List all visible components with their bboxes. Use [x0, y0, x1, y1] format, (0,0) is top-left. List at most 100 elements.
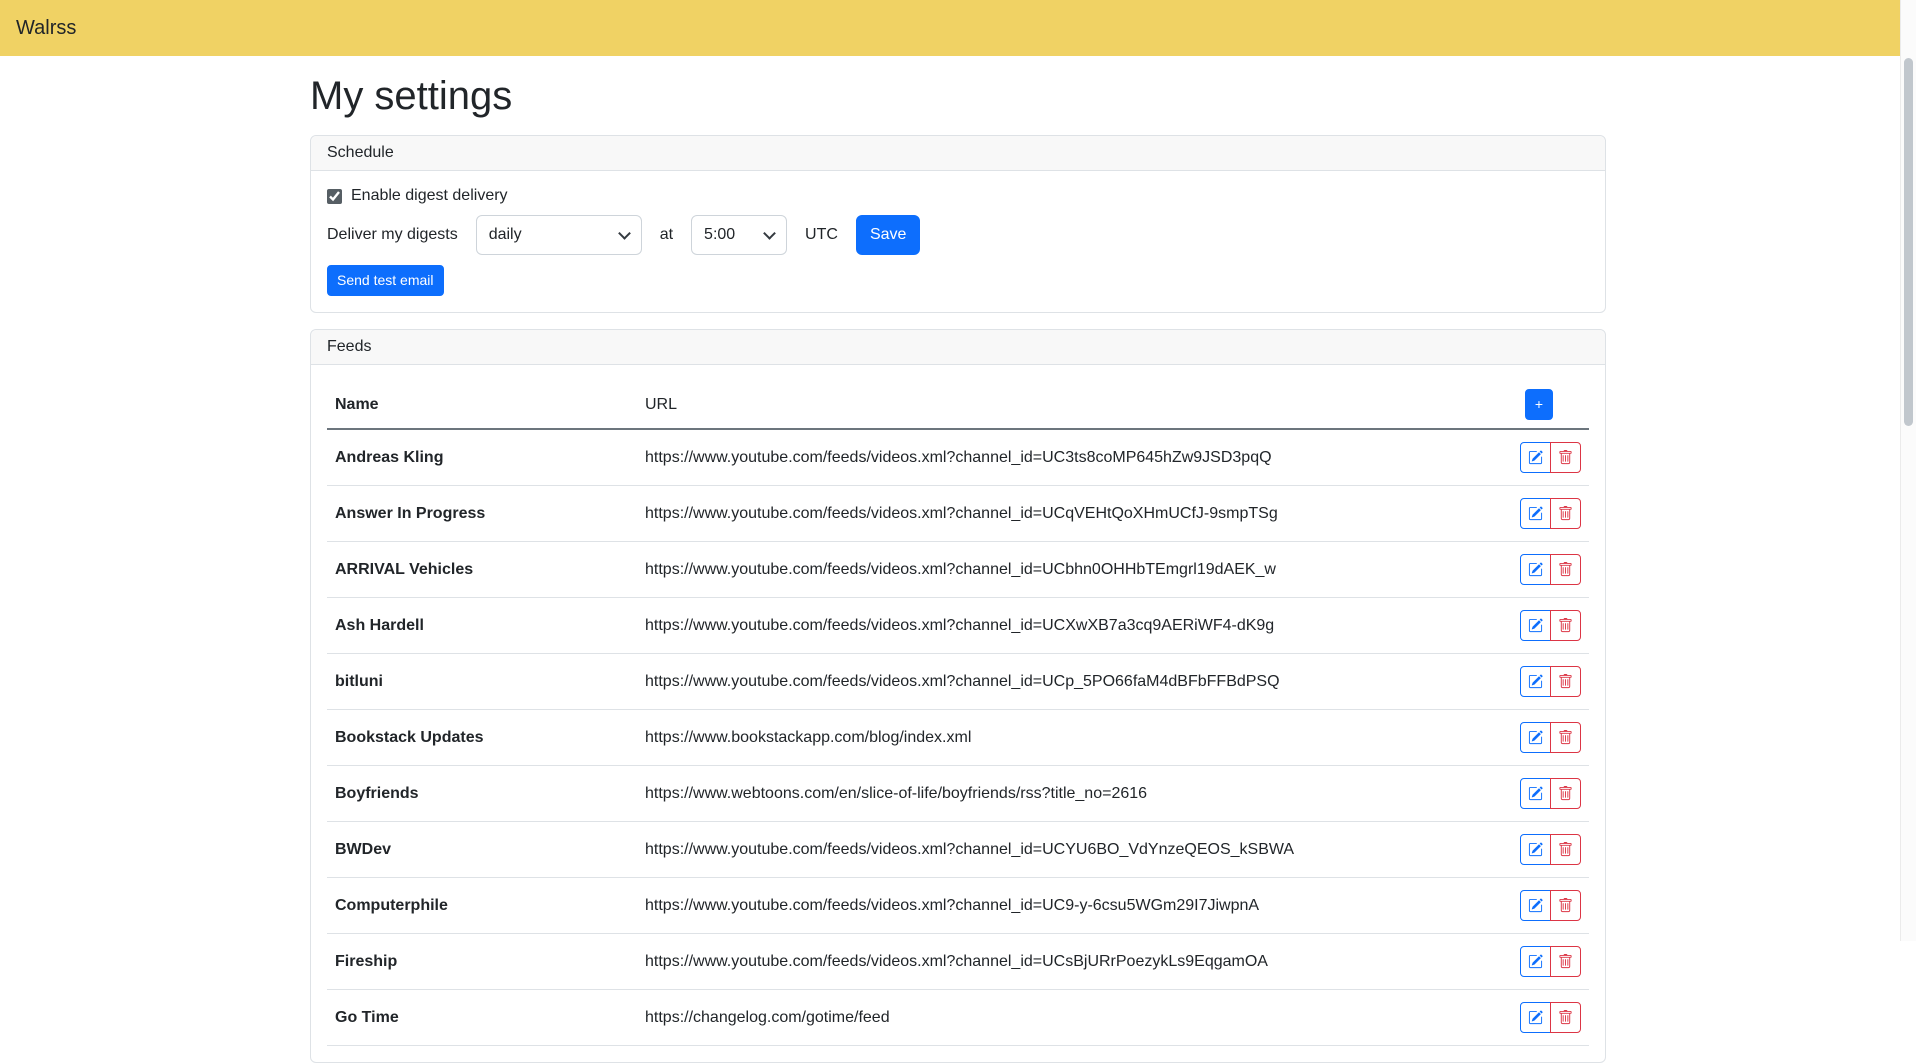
- feed-url: https://www.youtube.com/feeds/videos.xml…: [637, 429, 1499, 486]
- delete-feed-button[interactable]: [1550, 1002, 1581, 1033]
- delete-feed-button[interactable]: [1550, 442, 1581, 473]
- delete-feed-button[interactable]: [1550, 554, 1581, 585]
- feed-url: https://www.youtube.com/feeds/videos.xml…: [637, 486, 1499, 542]
- feed-url: https://www.webtoons.com/en/slice-of-lif…: [637, 766, 1499, 822]
- time-select-wrap: 5:00: [691, 215, 787, 255]
- send-test-email-button[interactable]: Send test email: [327, 265, 444, 296]
- schedule-card-body: Enable digest delivery Deliver my digest…: [311, 171, 1605, 312]
- edit-feed-button[interactable]: [1520, 722, 1551, 753]
- edit-feed-button[interactable]: [1520, 610, 1551, 641]
- deliver-label: Deliver my digests: [327, 226, 458, 244]
- feed-url: https://www.youtube.com/feeds/videos.xml…: [637, 934, 1499, 990]
- delete-feed-button[interactable]: [1550, 778, 1581, 809]
- enable-digest-checkbox[interactable]: [327, 189, 342, 204]
- table-row: Fireship https://www.youtube.com/feeds/v…: [327, 934, 1589, 990]
- add-feed-button[interactable]: +: [1525, 389, 1553, 420]
- table-row: ARRIVAL Vehicles https://www.youtube.com…: [327, 542, 1589, 598]
- pencil-icon: [1528, 618, 1543, 633]
- at-label: at: [660, 226, 673, 244]
- feed-name: bitluni: [327, 654, 637, 710]
- top-navbar: Walrss: [0, 0, 1916, 56]
- delete-feed-button[interactable]: [1550, 834, 1581, 865]
- time-select[interactable]: 5:00: [691, 215, 787, 255]
- column-header-actions: +: [1499, 381, 1589, 429]
- feed-url: https://www.bookstackapp.com/blog/index.…: [637, 710, 1499, 766]
- edit-feed-button[interactable]: [1520, 946, 1551, 977]
- feed-name: Andreas Kling: [327, 429, 637, 486]
- schedule-card: Schedule Enable digest delivery Deliver …: [310, 135, 1606, 313]
- edit-feed-button[interactable]: [1520, 834, 1551, 865]
- table-row: Answer In Progress https://www.youtube.c…: [327, 486, 1589, 542]
- edit-feed-button[interactable]: [1520, 442, 1551, 473]
- feed-name: ARRIVAL Vehicles: [327, 542, 637, 598]
- pencil-icon: [1528, 730, 1543, 745]
- trash-icon: [1558, 898, 1573, 913]
- brand-link[interactable]: Walrss: [16, 17, 76, 40]
- main-content: My settings Schedule Enable digest deliv…: [310, 74, 1606, 1063]
- schedule-card-header: Schedule: [311, 136, 1605, 171]
- feed-name: Boyfriends: [327, 766, 637, 822]
- feed-url: https://changelog.com/gotime/feed: [637, 990, 1499, 1046]
- trash-icon: [1558, 618, 1573, 633]
- trash-icon: [1558, 786, 1573, 801]
- trash-icon: [1558, 562, 1573, 577]
- trash-icon: [1558, 842, 1573, 857]
- timezone-label: UTC: [805, 226, 838, 244]
- feed-url: https://www.youtube.com/feeds/videos.xml…: [637, 542, 1499, 598]
- table-row: Andreas Kling https://www.youtube.com/fe…: [327, 429, 1589, 486]
- feeds-table: Name URL + Andreas Kling https://www.you…: [327, 381, 1589, 1046]
- feed-url: https://www.youtube.com/feeds/videos.xml…: [637, 598, 1499, 654]
- column-header-url: URL: [637, 381, 1499, 429]
- enable-digest-label: Enable digest delivery: [351, 187, 508, 205]
- delete-feed-button[interactable]: [1550, 610, 1581, 641]
- enable-digest-row: Enable digest delivery: [327, 187, 1589, 205]
- edit-feed-button[interactable]: [1520, 498, 1551, 529]
- delivery-controls-row: Deliver my digests daily at 5:00 UTC Sav…: [327, 215, 1589, 255]
- feed-name: Computerphile: [327, 878, 637, 934]
- delete-feed-button[interactable]: [1550, 946, 1581, 977]
- edit-feed-button[interactable]: [1520, 778, 1551, 809]
- feed-name: Go Time: [327, 990, 637, 1046]
- feed-url: https://www.youtube.com/feeds/videos.xml…: [637, 878, 1499, 934]
- pencil-icon: [1528, 1010, 1543, 1025]
- feed-name: Fireship: [327, 934, 637, 990]
- table-row: BWDev https://www.youtube.com/feeds/vide…: [327, 822, 1589, 878]
- trash-icon: [1558, 674, 1573, 689]
- pencil-icon: [1528, 786, 1543, 801]
- delete-feed-button[interactable]: [1550, 666, 1581, 697]
- scrollbar-thumb[interactable]: [1904, 58, 1913, 426]
- frequency-select-wrap: daily: [476, 215, 642, 255]
- edit-feed-button[interactable]: [1520, 554, 1551, 585]
- feed-name: Answer In Progress: [327, 486, 637, 542]
- feed-name: BWDev: [327, 822, 637, 878]
- pencil-icon: [1528, 898, 1543, 913]
- edit-feed-button[interactable]: [1520, 1002, 1551, 1033]
- pencil-icon: [1528, 562, 1543, 577]
- trash-icon: [1558, 506, 1573, 521]
- test-email-row: Send test email: [327, 265, 1589, 296]
- table-row: Ash Hardell https://www.youtube.com/feed…: [327, 598, 1589, 654]
- delete-feed-button[interactable]: [1550, 498, 1581, 529]
- edit-feed-button[interactable]: [1520, 666, 1551, 697]
- edit-feed-button[interactable]: [1520, 890, 1551, 921]
- save-button[interactable]: Save: [856, 215, 920, 255]
- table-row: Boyfriends https://www.webtoons.com/en/s…: [327, 766, 1589, 822]
- frequency-select[interactable]: daily: [476, 215, 642, 255]
- table-row: Go Time https://changelog.com/gotime/fee…: [327, 990, 1589, 1046]
- pencil-icon: [1528, 450, 1543, 465]
- feeds-card: Feeds Name URL + Andreas Kling https:/: [310, 329, 1606, 1063]
- trash-icon: [1558, 450, 1573, 465]
- pencil-icon: [1528, 954, 1543, 969]
- table-row: Computerphile https://www.youtube.com/fe…: [327, 878, 1589, 934]
- feeds-card-body: Name URL + Andreas Kling https://www.you…: [311, 365, 1605, 1062]
- pencil-icon: [1528, 506, 1543, 521]
- page-title: My settings: [310, 74, 1606, 119]
- feed-name: Bookstack Updates: [327, 710, 637, 766]
- column-header-name: Name: [327, 381, 637, 429]
- trash-icon: [1558, 954, 1573, 969]
- table-row: bitluni https://www.youtube.com/feeds/vi…: [327, 654, 1589, 710]
- scrollbar-track[interactable]: [1900, 0, 1916, 941]
- delete-feed-button[interactable]: [1550, 722, 1581, 753]
- feeds-table-header-row: Name URL +: [327, 381, 1589, 429]
- delete-feed-button[interactable]: [1550, 890, 1581, 921]
